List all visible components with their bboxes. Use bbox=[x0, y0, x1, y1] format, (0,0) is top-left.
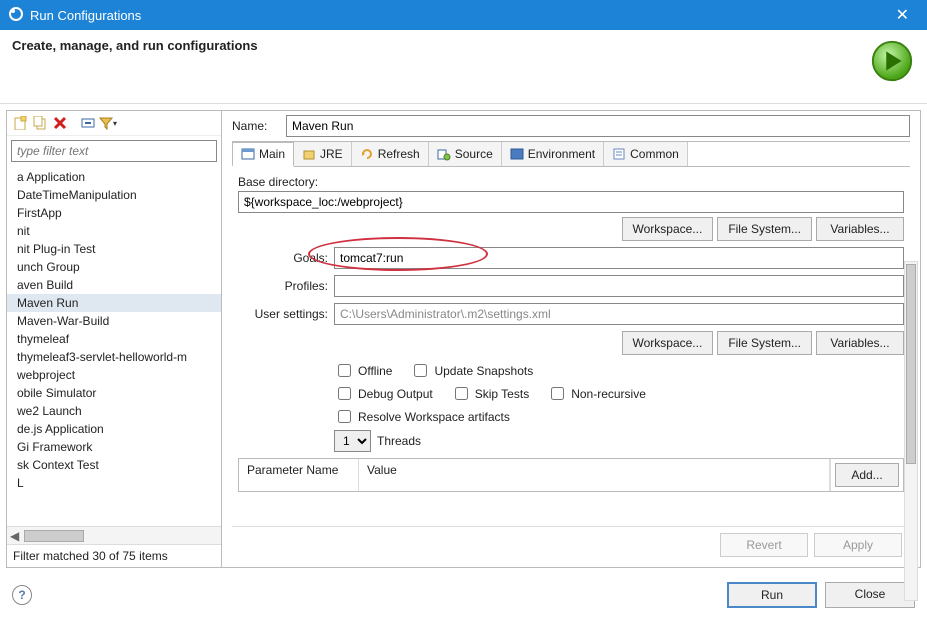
threads-label: Threads bbox=[377, 434, 421, 448]
name-label: Name: bbox=[232, 119, 280, 133]
update-snapshots-checkbox[interactable]: Update Snapshots bbox=[410, 361, 533, 380]
config-item[interactable]: L bbox=[7, 474, 221, 492]
threads-select[interactable]: 1 bbox=[334, 430, 371, 452]
variables-button-2[interactable]: Variables... bbox=[816, 331, 904, 355]
close-button[interactable]: Close bbox=[825, 582, 915, 608]
right-panel: Name: Main JRE Refresh Source bbox=[222, 111, 920, 567]
help-icon[interactable]: ? bbox=[12, 585, 32, 605]
left-toolbar: ▾ bbox=[7, 111, 221, 136]
goals-label: Goals: bbox=[238, 251, 328, 265]
variables-button[interactable]: Variables... bbox=[816, 217, 904, 241]
resolve-workspace-checkbox[interactable]: Resolve Workspace artifacts bbox=[334, 407, 510, 426]
delete-config-icon[interactable] bbox=[51, 114, 69, 132]
profiles-label: Profiles: bbox=[238, 279, 328, 293]
parameter-table: Parameter Name Value Add... bbox=[238, 458, 904, 492]
add-parameter-button[interactable]: Add... bbox=[835, 463, 899, 487]
config-item[interactable]: Maven Run bbox=[7, 294, 221, 312]
tab-jre[interactable]: JRE bbox=[294, 142, 352, 166]
filter-icon[interactable]: ▾ bbox=[99, 114, 117, 132]
usersettings-label: User settings: bbox=[238, 307, 328, 321]
offline-checkbox[interactable]: Offline bbox=[334, 361, 392, 380]
source-tab-icon bbox=[437, 147, 451, 161]
run-large-icon bbox=[869, 38, 915, 87]
config-item[interactable]: thymeleaf3-servlet-helloworld-m bbox=[7, 348, 221, 366]
filter-input[interactable] bbox=[11, 140, 217, 162]
skip-tests-checkbox[interactable]: Skip Tests bbox=[451, 384, 529, 403]
config-item[interactable]: we2 Launch bbox=[7, 402, 221, 420]
base-dir-input[interactable] bbox=[238, 191, 904, 213]
name-input[interactable] bbox=[286, 115, 910, 137]
config-item[interactable]: webproject bbox=[7, 366, 221, 384]
tab-source[interactable]: Source bbox=[429, 142, 502, 166]
tab-bar: Main JRE Refresh Source Environment bbox=[232, 141, 910, 167]
config-item[interactable]: aven Build bbox=[7, 276, 221, 294]
base-dir-label: Base directory: bbox=[238, 175, 904, 189]
profiles-input[interactable] bbox=[334, 275, 904, 297]
filter-status: Filter matched 30 of 75 items bbox=[7, 544, 221, 567]
revert-button: Revert bbox=[720, 533, 808, 557]
filesystem-button-2[interactable]: File System... bbox=[717, 331, 812, 355]
run-button[interactable]: Run bbox=[727, 582, 817, 608]
config-item[interactable]: FirstApp bbox=[7, 204, 221, 222]
jre-tab-icon bbox=[302, 147, 316, 161]
title-bar: Run Configurations ✕ bbox=[0, 0, 927, 30]
main-tab-icon bbox=[241, 147, 255, 161]
debug-output-checkbox[interactable]: Debug Output bbox=[334, 384, 433, 403]
close-icon[interactable]: ✕ bbox=[886, 1, 919, 29]
non-recursive-checkbox[interactable]: Non-recursive bbox=[547, 384, 646, 403]
v-scrollbar[interactable] bbox=[904, 261, 918, 601]
config-item[interactable]: de.js Application bbox=[7, 420, 221, 438]
config-item[interactable]: obile Simulator bbox=[7, 384, 221, 402]
config-item[interactable]: nit Plug-in Test bbox=[7, 240, 221, 258]
usersettings-input[interactable] bbox=[334, 303, 904, 325]
tab-main[interactable]: Main bbox=[232, 142, 294, 167]
config-item[interactable]: Gi Framework bbox=[7, 438, 221, 456]
apply-button: Apply bbox=[814, 533, 902, 557]
param-name-header: Parameter Name bbox=[239, 459, 359, 491]
environment-tab-icon bbox=[510, 147, 524, 161]
config-item[interactable]: a Application bbox=[7, 168, 221, 186]
common-tab-icon bbox=[612, 147, 626, 161]
refresh-tab-icon bbox=[360, 147, 374, 161]
workspace-button[interactable]: Workspace... bbox=[622, 217, 714, 241]
config-item[interactable]: DateTimeManipulation bbox=[7, 186, 221, 204]
config-list[interactable]: a ApplicationDateTimeManipulationFirstAp… bbox=[7, 166, 221, 526]
collapse-all-icon[interactable] bbox=[79, 114, 97, 132]
window-title: Run Configurations bbox=[30, 8, 141, 23]
config-item[interactable]: unch Group bbox=[7, 258, 221, 276]
new-config-icon[interactable] bbox=[11, 114, 29, 132]
filesystem-button[interactable]: File System... bbox=[717, 217, 812, 241]
goals-input[interactable] bbox=[334, 247, 904, 269]
tab-environment[interactable]: Environment bbox=[502, 142, 604, 166]
config-item[interactable]: Maven-War-Build bbox=[7, 312, 221, 330]
duplicate-config-icon[interactable] bbox=[31, 114, 49, 132]
h-scrollbar[interactable]: ◀ bbox=[7, 526, 221, 544]
workspace-button-2[interactable]: Workspace... bbox=[622, 331, 714, 355]
page-heading: Create, manage, and run configurations bbox=[12, 38, 258, 53]
config-item[interactable]: nit bbox=[7, 222, 221, 240]
left-panel: ▾ a ApplicationDateTimeManipulationFirst… bbox=[7, 111, 222, 567]
param-value-header: Value bbox=[359, 459, 830, 491]
config-item[interactable]: thymeleaf bbox=[7, 330, 221, 348]
eclipse-icon bbox=[8, 6, 24, 25]
footer: ? Run Close bbox=[0, 574, 927, 618]
tab-refresh[interactable]: Refresh bbox=[352, 142, 429, 166]
tab-common[interactable]: Common bbox=[604, 142, 688, 166]
config-item[interactable]: sk Context Test bbox=[7, 456, 221, 474]
header-area: Create, manage, and run configurations bbox=[0, 30, 927, 104]
